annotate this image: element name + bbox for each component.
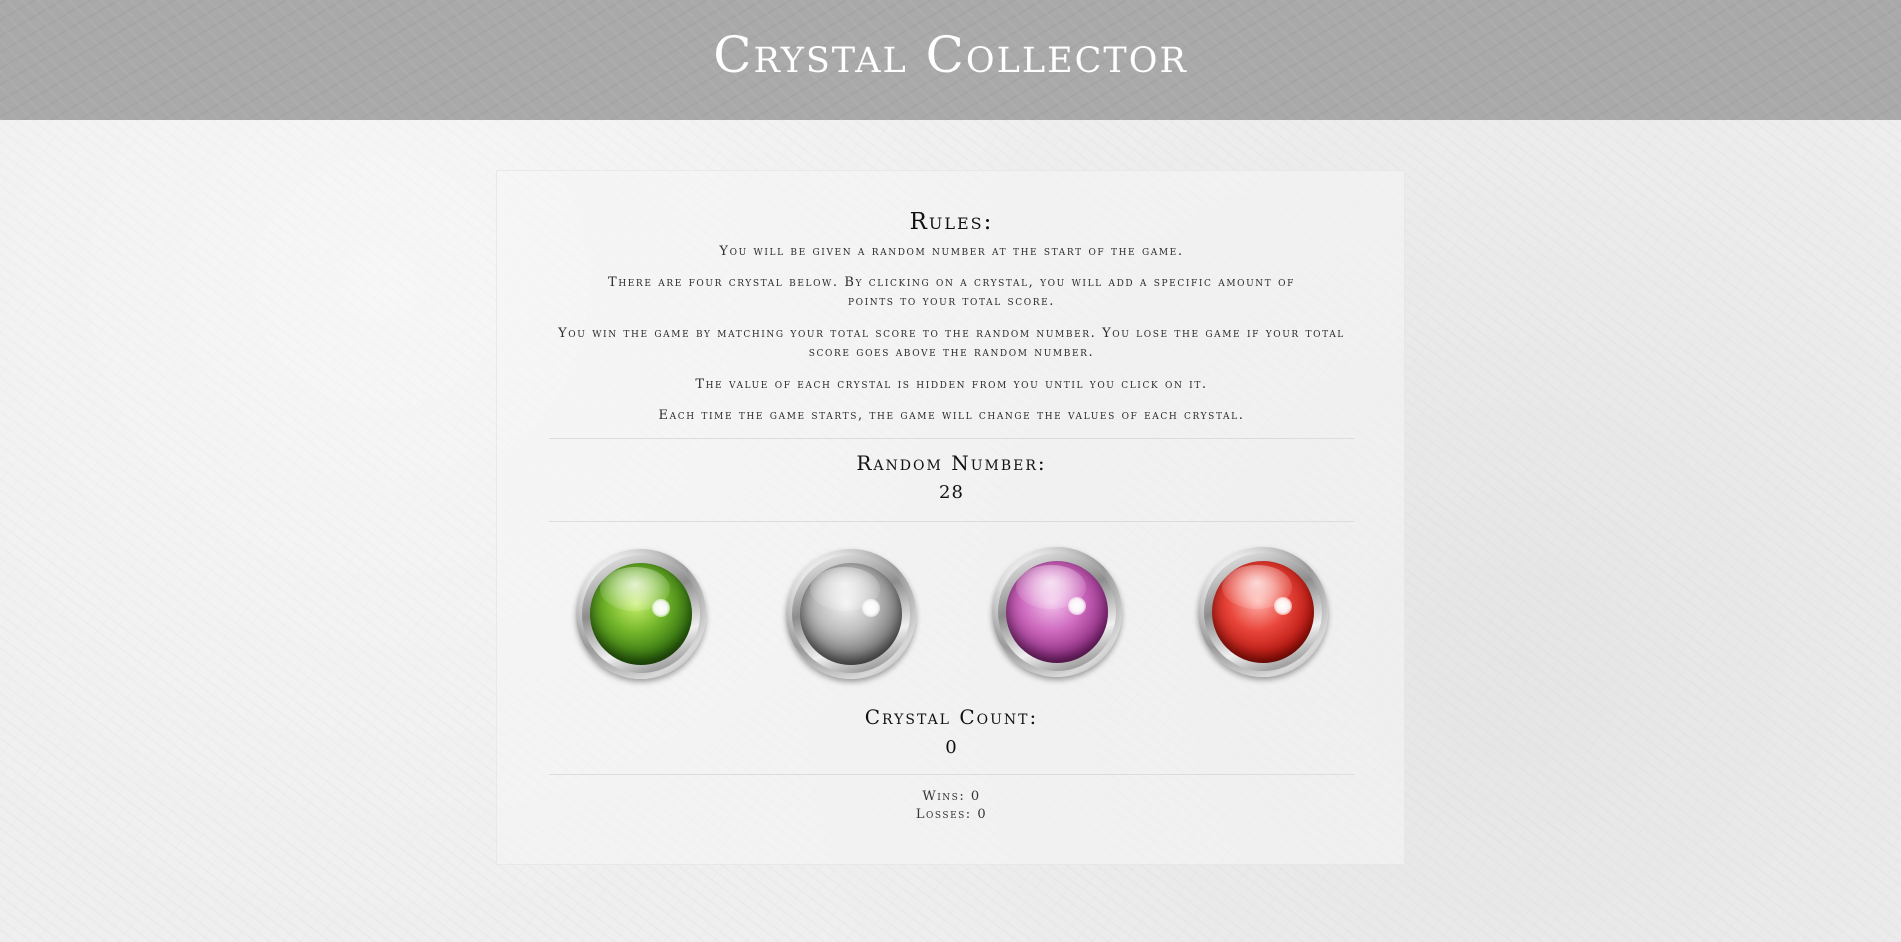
- green-crystal-icon[interactable]: [576, 549, 706, 679]
- page-title: Crystal Collector: [713, 26, 1188, 84]
- purple-crystal-icon[interactable]: [992, 547, 1122, 677]
- rule-line: You will be given a random number at the…: [719, 244, 1184, 259]
- page-header: Crystal Collector: [0, 0, 1901, 120]
- rule-line: The value of each crystal is hidden from…: [695, 377, 1208, 392]
- crystal-count-value: 0: [945, 737, 958, 758]
- losses-counter: Losses: 0: [915, 807, 988, 822]
- divider: [549, 438, 1354, 439]
- crystal-highlight: [862, 599, 880, 617]
- wins-counter: Wins: 0: [922, 789, 981, 804]
- random-number-label: Random Number:: [856, 451, 1047, 475]
- silver-crystal-icon[interactable]: [786, 549, 916, 679]
- crystal-highlight: [1274, 597, 1292, 615]
- game-panel: Rules: You will be given a random number…: [496, 170, 1405, 865]
- rule-line: You win the game by matching your total …: [558, 326, 1345, 360]
- rules-title: Rules:: [909, 209, 994, 235]
- red-crystal-icon[interactable]: [1198, 547, 1328, 677]
- crystal-count-label: Crystal Count:: [864, 705, 1039, 729]
- random-number-value: 28: [939, 482, 964, 503]
- divider: [549, 774, 1354, 775]
- crystal-highlight: [652, 599, 670, 617]
- divider: [549, 521, 1354, 522]
- crystal-highlight: [1068, 597, 1086, 615]
- rule-line: There are four crystal below. By clickin…: [608, 275, 1295, 309]
- rule-line: Each time the game starts, the game will…: [658, 408, 1245, 423]
